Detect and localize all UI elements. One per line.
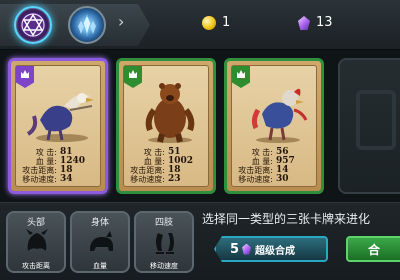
slot-body[interactable]: 身体 血量: [70, 211, 130, 273]
card-face: 攻 击: 81 血 量: 1240 攻击距离: 18 移动速度: 34: [15, 65, 101, 187]
slot-head[interactable]: 头部 攻击距离: [6, 211, 66, 273]
hexagram-icon: [21, 13, 45, 37]
slot-limbs[interactable]: 四肢 移动速度: [134, 211, 194, 273]
creature-crest-icon: [21, 70, 29, 78]
card-face: 攻 击: 51 血 量: 1002 攻击距离: 18 移动速度: 23: [123, 65, 209, 187]
stat-value: 23: [168, 174, 181, 184]
limbs-icon: [156, 233, 174, 254]
merge-button[interactable]: 合: [346, 236, 400, 262]
slot-label: 移动速度: [150, 262, 178, 270]
card-area: 攻 击: 81 血 量: 1240 攻击距离: 18 移动速度: 34 攻 击:…: [0, 50, 400, 202]
empty-card-slot[interactable]: [338, 58, 400, 194]
creature-art-brown-bear: [145, 83, 195, 143]
crystal-tower-icon: [78, 13, 96, 37]
super-merge-button[interactable]: 5 超级合成: [214, 236, 328, 262]
gold-coin-icon: [202, 16, 216, 30]
stat-value: 34: [60, 174, 73, 184]
stat-label: 攻击距离:: [130, 166, 165, 175]
stat-label: 攻击距离:: [22, 166, 57, 175]
body-icon: [90, 231, 113, 251]
creature-crest-icon: [237, 70, 245, 78]
stat-label: 攻击距离:: [238, 166, 273, 175]
tab-hexagram[interactable]: [14, 6, 52, 44]
evolve-cost: 5: [230, 241, 240, 257]
card-stats: 攻 击: 81 血 量: 1240 攻击距离: 18 移动速度: 34: [22, 148, 102, 185]
creature-art-dark-bird-knight: [26, 93, 94, 142]
stat-label: 攻 击:: [251, 148, 273, 157]
evolve-label: 超级合成: [255, 245, 296, 257]
card-stats: 攻 击: 51 血 量: 1002 攻击距离: 18 移动速度: 23: [130, 148, 210, 185]
creature-art-red-bird-warrior: [251, 88, 308, 143]
gem-count: 13: [316, 15, 333, 30]
card-face: 攻 击: 56 血 量: 957 攻击距离: 14 移动速度: 30: [231, 65, 317, 187]
gold-count: 1: [222, 15, 231, 30]
gem-icon: [298, 16, 310, 30]
card-brown-bear[interactable]: 攻 击: 51 血 量: 1002 攻击距离: 18 移动速度: 23: [116, 58, 216, 194]
tab-crystal-tower[interactable]: [68, 6, 106, 44]
stat-label: 移动速度:: [238, 175, 273, 184]
stat-label: 血 量:: [143, 157, 165, 166]
stat-value: 30: [276, 174, 289, 184]
stat-label: 血 量:: [251, 157, 273, 166]
head-icon: [26, 229, 48, 251]
stat-label: 移动速度:: [22, 175, 57, 184]
card-dark-bird-knight[interactable]: 攻 击: 81 血 量: 1240 攻击距离: 18 移动速度: 34: [8, 58, 108, 194]
gem-icon: [242, 243, 252, 255]
stat-label: 攻 击:: [35, 148, 57, 157]
creature-crest-icon: [129, 70, 137, 78]
card-red-bird-warrior[interactable]: 攻 击: 56 血 量: 957 攻击距离: 14 移动速度: 30: [224, 58, 324, 194]
stat-label: 攻 击:: [143, 148, 165, 157]
card-stats: 攻 击: 56 血 量: 957 攻击距离: 14 移动速度: 30: [238, 148, 318, 185]
evolve-hint-text: 选择同一类型的三张卡牌来进化: [202, 212, 371, 226]
slot-label: 攻击距离: [22, 262, 50, 270]
stat-label: 血 量:: [35, 157, 57, 166]
empty-slot-glyph-icon: [356, 90, 396, 150]
slot-label: 血量: [93, 262, 107, 270]
stat-label: 移动速度:: [130, 175, 165, 184]
tab-strip-arrow-icon: ›: [118, 12, 125, 31]
top-bar: › 1 13: [0, 0, 400, 50]
